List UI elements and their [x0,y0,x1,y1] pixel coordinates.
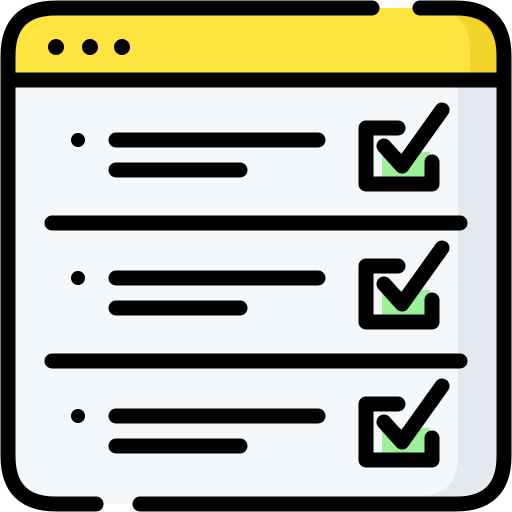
checklist-window-icon-svg [0,0,512,512]
checklist-window-icon [0,0,512,512]
bullet-icon [71,271,85,285]
window-controls [48,39,130,55]
bullet-icon [71,409,85,423]
title-bar [8,8,504,78]
window-control-dot[interactable] [82,39,98,55]
bullet-icon [71,133,85,147]
window-control-dot[interactable] [48,39,64,55]
window-control-dot[interactable] [114,39,130,55]
